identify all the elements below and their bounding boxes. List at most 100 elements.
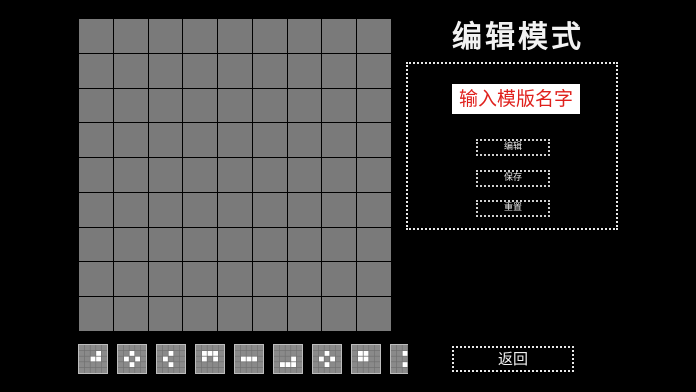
- board-cell[interactable]: [79, 19, 113, 53]
- board-cell[interactable]: [218, 297, 252, 331]
- board-cell[interactable]: [113, 227, 148, 262]
- board-cell[interactable]: [252, 53, 287, 88]
- pattern-cell: [246, 356, 252, 362]
- pattern-cell: [213, 351, 218, 356]
- board-cell[interactable]: [183, 262, 218, 297]
- board-cell[interactable]: [287, 227, 322, 262]
- board-cell[interactable]: [357, 158, 391, 192]
- board-cell[interactable]: [252, 158, 287, 192]
- pattern-tile[interactable]: [351, 344, 381, 374]
- board-cell[interactable]: [148, 192, 183, 227]
- board-cell[interactable]: [113, 297, 148, 331]
- board-cell[interactable]: [183, 53, 218, 88]
- board-cell[interactable]: [287, 88, 322, 123]
- board-cell[interactable]: [183, 19, 218, 53]
- board-cell[interactable]: [113, 158, 148, 192]
- board-cell[interactable]: [218, 192, 252, 227]
- board-cell[interactable]: [357, 262, 391, 297]
- board-cell[interactable]: [357, 19, 391, 53]
- board-cell[interactable]: [113, 192, 148, 227]
- board-cell[interactable]: [252, 227, 287, 262]
- pattern-tile[interactable]: [234, 344, 264, 374]
- board-cell[interactable]: [148, 53, 183, 88]
- board-cell[interactable]: [287, 192, 322, 227]
- board-cell[interactable]: [357, 227, 391, 262]
- board-cell[interactable]: [252, 262, 287, 297]
- board-cell[interactable]: [79, 227, 113, 262]
- board-cell[interactable]: [322, 297, 357, 331]
- board-cell[interactable]: [79, 158, 113, 192]
- board-cell[interactable]: [218, 88, 252, 123]
- board-cell[interactable]: [252, 88, 287, 123]
- board-cell[interactable]: [252, 19, 287, 53]
- game-board[interactable]: [78, 18, 392, 332]
- pattern-tile[interactable]: [195, 344, 225, 374]
- reset-button[interactable]: 重置: [476, 200, 550, 217]
- save-button[interactable]: 保存: [476, 170, 550, 187]
- board-cell[interactable]: [148, 88, 183, 123]
- board-cell[interactable]: [218, 53, 252, 88]
- board-cell[interactable]: [252, 297, 287, 331]
- board-cell[interactable]: [79, 53, 113, 88]
- board-cell[interactable]: [79, 192, 113, 227]
- board-cell[interactable]: [218, 227, 252, 262]
- board-cell[interactable]: [218, 123, 252, 158]
- pattern-tile[interactable]: [156, 344, 186, 374]
- board-cell[interactable]: [183, 227, 218, 262]
- board-cell[interactable]: [148, 297, 183, 331]
- board-cell[interactable]: [322, 53, 357, 88]
- board-cell[interactable]: [322, 158, 357, 192]
- board-cell[interactable]: [183, 297, 218, 331]
- pattern-cell: [291, 362, 296, 367]
- template-name-input[interactable]: [452, 84, 580, 114]
- back-button[interactable]: 返回: [452, 346, 574, 372]
- pattern-tile[interactable]: [312, 344, 342, 374]
- board-cell[interactable]: [148, 19, 183, 53]
- board-cell[interactable]: [287, 158, 322, 192]
- board-cell[interactable]: [113, 19, 148, 53]
- pattern-tile[interactable]: [390, 344, 408, 374]
- board-cell[interactable]: [287, 123, 322, 158]
- board-cell[interactable]: [113, 262, 148, 297]
- board-cell[interactable]: [79, 297, 113, 331]
- board-cell[interactable]: [357, 53, 391, 88]
- edit-button[interactable]: 编辑: [476, 139, 550, 156]
- board-cell[interactable]: [218, 262, 252, 297]
- pattern-tile[interactable]: [117, 344, 147, 374]
- board-cell[interactable]: [113, 88, 148, 123]
- board-cell[interactable]: [357, 88, 391, 123]
- board-cell[interactable]: [183, 88, 218, 123]
- board-cell[interactable]: [322, 123, 357, 158]
- pattern-tile[interactable]: [273, 344, 303, 374]
- board-cell[interactable]: [357, 192, 391, 227]
- board-cell[interactable]: [79, 262, 113, 297]
- board-cell[interactable]: [322, 19, 357, 53]
- board-cell[interactable]: [357, 123, 391, 158]
- board-cell[interactable]: [183, 158, 218, 192]
- board-cell[interactable]: [183, 123, 218, 158]
- board-cell[interactable]: [287, 262, 322, 297]
- board-cell[interactable]: [252, 192, 287, 227]
- board-cell[interactable]: [79, 123, 113, 158]
- board-cell[interactable]: [287, 19, 322, 53]
- board-cell[interactable]: [148, 227, 183, 262]
- board-cell[interactable]: [322, 88, 357, 123]
- board-cell[interactable]: [79, 88, 113, 123]
- board-cell[interactable]: [148, 262, 183, 297]
- board-cell[interactable]: [218, 158, 252, 192]
- board-cell[interactable]: [252, 123, 287, 158]
- pattern-tile[interactable]: [78, 344, 108, 374]
- board-cell[interactable]: [322, 192, 357, 227]
- board-cell[interactable]: [148, 158, 183, 192]
- board-cell[interactable]: [287, 53, 322, 88]
- pattern-cell: [168, 351, 174, 356]
- board-cell[interactable]: [148, 123, 183, 158]
- board-cell[interactable]: [113, 123, 148, 158]
- board-cell[interactable]: [357, 297, 391, 331]
- board-cell[interactable]: [287, 297, 322, 331]
- board-cell[interactable]: [218, 19, 252, 53]
- board-cell[interactable]: [322, 262, 357, 297]
- board-cell[interactable]: [113, 53, 148, 88]
- board-cell[interactable]: [183, 192, 218, 227]
- board-cell[interactable]: [322, 227, 357, 262]
